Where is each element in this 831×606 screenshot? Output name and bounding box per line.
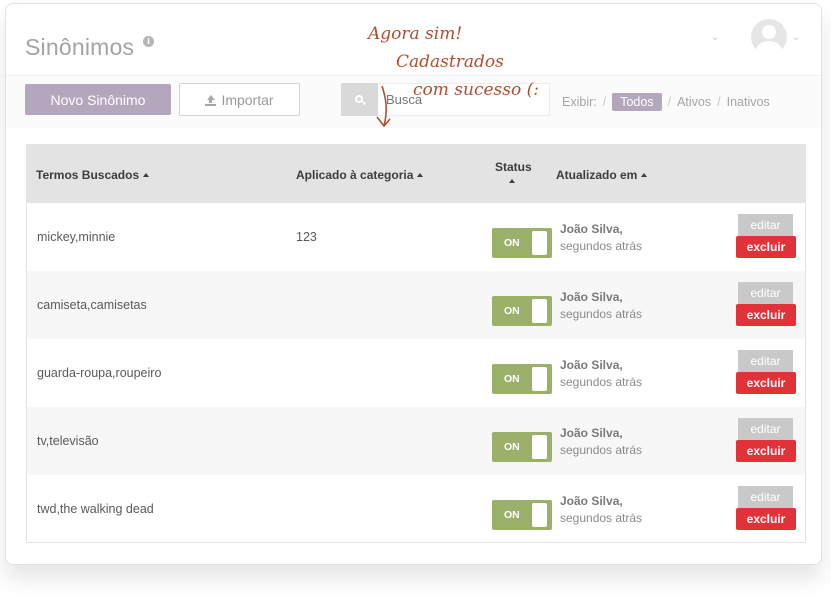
avatar-body-shape	[756, 41, 782, 55]
row-terms: guarda-roupa,roupeiro	[37, 366, 162, 380]
column-terms[interactable]: Termos Buscados	[36, 168, 150, 182]
toggle-label: ON	[504, 237, 520, 249]
table-header: Termos Buscados Aplicado à categoria Sta…	[27, 145, 805, 203]
toggle-knob	[532, 231, 547, 255]
annotation-arrow-icon	[376, 85, 391, 128]
delete-button[interactable]: excluir	[736, 372, 796, 394]
chevron-down-icon[interactable]: ⌄	[711, 32, 719, 43]
new-synonym-button[interactable]: Novo Sinônimo	[25, 84, 171, 115]
toggle-knob	[532, 299, 547, 323]
delete-button[interactable]: excluir	[736, 508, 796, 530]
status-toggle[interactable]: ON	[492, 364, 552, 394]
row-updated: João Silva, segundos atrás	[560, 289, 642, 323]
filter-active[interactable]: Ativos	[677, 95, 711, 109]
sort-asc-icon	[417, 173, 424, 177]
column-status[interactable]: Status	[495, 160, 532, 188]
table-row: tv,televisão ON João Silva, segundos atrás e…	[27, 407, 805, 475]
page-title: Sinônimos	[25, 34, 135, 60]
column-updated[interactable]: Atualizado em	[556, 168, 648, 182]
toggle-label: ON	[504, 373, 520, 385]
row-updated: João Silva, segundos atrás	[560, 493, 642, 527]
annotation-line-1: Agora sim!	[368, 24, 463, 44]
toggle-knob	[532, 503, 547, 527]
toggle-label: ON	[504, 509, 520, 521]
synonyms-table: Termos Buscados Aplicado à categoria Sta…	[26, 144, 806, 543]
edit-button[interactable]: editar	[738, 350, 793, 372]
filter-separator: /	[602, 95, 607, 109]
toggle-knob	[532, 367, 547, 391]
row-user: João Silva,	[560, 290, 623, 304]
filter-separator: /	[717, 95, 721, 109]
table-row: twd,the walking dead ON João Silva, segundo…	[27, 475, 805, 543]
sort-asc-icon	[143, 173, 150, 177]
row-terms: mickey,minnie	[37, 230, 116, 244]
row-time: segundos atrás	[560, 511, 643, 525]
filter-all[interactable]: Todos	[612, 93, 662, 111]
avatar[interactable]	[751, 19, 787, 55]
status-toggle[interactable]: ON	[492, 296, 552, 326]
row-updated: João Silva, segundos atrás	[560, 221, 642, 255]
row-category: 123	[296, 230, 317, 244]
row-updated: João Silva, segundos atrás	[560, 425, 642, 459]
filter-label: Exibir:	[562, 95, 597, 109]
status-filter: Exibir: / Todos / Ativos / Inativos	[562, 93, 770, 111]
row-terms: camiseta,camisetas	[37, 298, 147, 312]
avatar-head-shape	[762, 25, 776, 39]
sort-asc-icon	[641, 173, 648, 177]
sort-asc-icon	[509, 179, 515, 183]
edit-button[interactable]: editar	[738, 418, 793, 440]
table-row: mickey,minnie 123 ON João Silva, segundos at…	[27, 203, 805, 271]
table-row: guarda-roupa,roupeiro ON João Silva, segund…	[27, 339, 805, 407]
edit-button[interactable]: editar	[738, 486, 793, 508]
row-terms: twd,the walking dead	[37, 502, 154, 516]
toggle-label: ON	[504, 441, 520, 453]
row-time: segundos atrás	[560, 307, 643, 321]
row-user: João Silva,	[560, 494, 623, 508]
delete-button[interactable]: excluir	[736, 304, 796, 326]
toggle-label: ON	[504, 305, 520, 317]
import-label: Importar	[221, 91, 274, 108]
toggle-knob	[532, 435, 547, 459]
user-menu-chevron-icon[interactable]: ⌄	[792, 32, 800, 43]
info-icon[interactable]: i	[143, 36, 154, 47]
edit-button[interactable]: editar	[738, 214, 793, 236]
filter-inactive[interactable]: Inativos	[727, 95, 770, 109]
row-updated: João Silva, segundos atrás	[560, 357, 642, 391]
status-toggle[interactable]: ON	[492, 228, 552, 258]
row-time: segundos atrás	[560, 239, 643, 253]
row-user: João Silva,	[560, 222, 623, 236]
row-user: João Silva,	[560, 358, 623, 372]
status-toggle[interactable]: ON	[492, 432, 552, 462]
column-category[interactable]: Aplicado à categoria	[296, 168, 424, 182]
annotation-line-2: Cadastrados	[396, 52, 504, 72]
edit-button[interactable]: editar	[738, 282, 793, 304]
delete-button[interactable]: excluir	[736, 236, 796, 258]
table-row: camiseta,camisetas ON João Silva, segundos …	[27, 271, 805, 339]
row-user: João Silva,	[560, 426, 623, 440]
filter-separator: /	[667, 95, 672, 109]
annotation-line-3: com sucesso (:	[413, 80, 539, 100]
import-button[interactable]: Importar	[179, 83, 300, 116]
row-time: segundos atrás	[560, 375, 643, 389]
status-toggle[interactable]: ON	[492, 500, 552, 530]
row-time: segundos atrás	[560, 443, 643, 457]
row-terms: tv,televisão	[37, 434, 99, 448]
upload-icon	[205, 94, 217, 106]
delete-button[interactable]: excluir	[736, 440, 796, 462]
